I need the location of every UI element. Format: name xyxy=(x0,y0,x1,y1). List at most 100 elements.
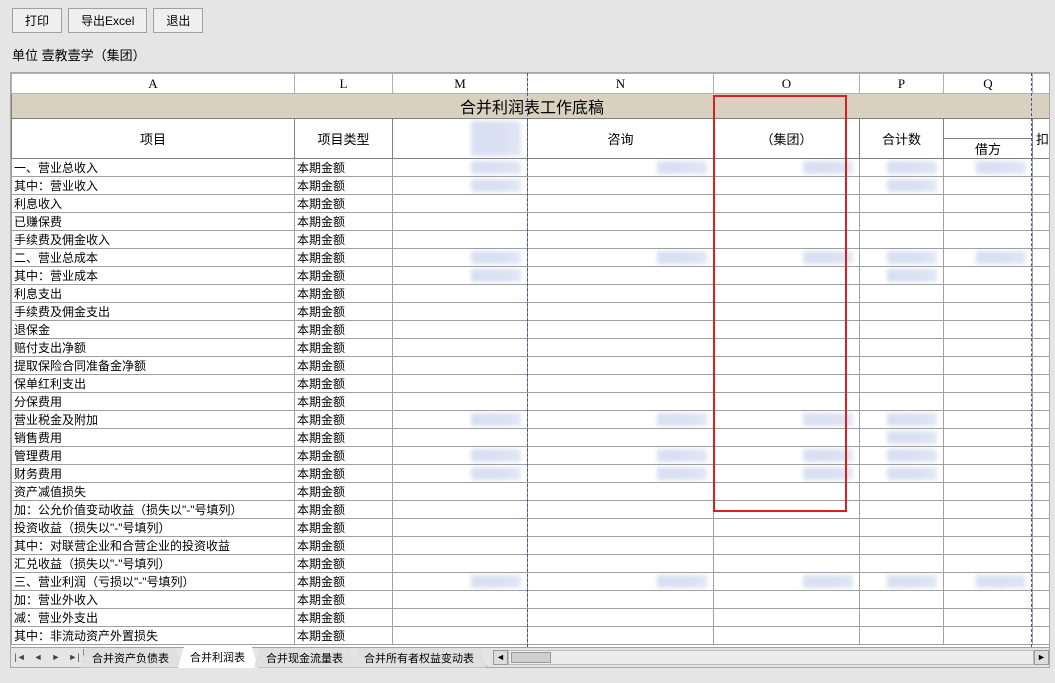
cell-n[interactable] xyxy=(528,393,714,411)
cell-m[interactable] xyxy=(393,285,528,303)
cell-r[interactable] xyxy=(1033,249,1050,267)
cell-a[interactable]: 保单红利支出 xyxy=(12,375,295,393)
scroll-right-arrow[interactable]: ► xyxy=(1034,650,1049,665)
cell-m[interactable] xyxy=(393,267,528,285)
cell-o[interactable] xyxy=(714,627,860,645)
table-row[interactable]: 加：公允价值变动收益（损失以"-"号填列）本期金额 xyxy=(12,501,1050,519)
cell-q[interactable] xyxy=(944,339,1033,357)
cell-l[interactable]: 本期金额 xyxy=(295,375,393,393)
cell-o[interactable] xyxy=(714,177,860,195)
cell-o[interactable] xyxy=(714,213,860,231)
cell-n[interactable] xyxy=(528,573,714,591)
table-row[interactable]: 投资收益（损失以"-"号填列）本期金额 xyxy=(12,519,1050,537)
table-row[interactable]: 加：营业外收入本期金额 xyxy=(12,591,1050,609)
cell-q[interactable] xyxy=(944,357,1033,375)
cell-o[interactable] xyxy=(714,159,860,177)
export-excel-button[interactable]: 导出Excel xyxy=(68,8,147,33)
cell-p[interactable] xyxy=(860,321,944,339)
cell-p[interactable] xyxy=(860,537,944,555)
cell-m[interactable] xyxy=(393,447,528,465)
table-row[interactable]: 三、营业利润（亏损以"-"号填列）本期金额 xyxy=(12,573,1050,591)
cell-r[interactable] xyxy=(1033,483,1050,501)
cell-p[interactable] xyxy=(860,159,944,177)
cell-m[interactable] xyxy=(393,555,528,573)
table-row[interactable]: 二、营业总成本本期金额 xyxy=(12,249,1050,267)
cell-q[interactable] xyxy=(944,321,1033,339)
cell-p[interactable] xyxy=(860,483,944,501)
cell-a[interactable]: 减：营业外支出 xyxy=(12,609,295,627)
cell-p[interactable] xyxy=(860,375,944,393)
cell-l[interactable]: 本期金额 xyxy=(295,285,393,303)
cell-n[interactable] xyxy=(528,609,714,627)
cell-q[interactable] xyxy=(944,609,1033,627)
cell-r[interactable] xyxy=(1033,393,1050,411)
col-header-M[interactable]: M xyxy=(393,74,528,94)
exit-button[interactable]: 退出 xyxy=(153,8,203,33)
cell-l[interactable]: 本期金额 xyxy=(295,447,393,465)
cell-l[interactable]: 本期金额 xyxy=(295,195,393,213)
col-header-P[interactable]: P xyxy=(860,74,944,94)
cell-q[interactable] xyxy=(944,213,1033,231)
table-row[interactable]: 赔付支出净额本期金额 xyxy=(12,339,1050,357)
cell-o[interactable] xyxy=(714,573,860,591)
cell-r[interactable] xyxy=(1033,411,1050,429)
tab-profit-loss[interactable]: 合并利润表 xyxy=(178,647,258,668)
cell-m[interactable] xyxy=(393,429,528,447)
cell-r[interactable] xyxy=(1033,321,1050,339)
cell-a[interactable]: 其中：营业收入 xyxy=(12,177,295,195)
cell-o[interactable] xyxy=(714,591,860,609)
cell-o[interactable] xyxy=(714,429,860,447)
cell-n[interactable] xyxy=(528,213,714,231)
cell-r[interactable] xyxy=(1033,357,1050,375)
cell-p[interactable] xyxy=(860,195,944,213)
cell-m[interactable] xyxy=(393,213,528,231)
col-header-blank[interactable] xyxy=(1033,74,1050,94)
cell-l[interactable]: 本期金额 xyxy=(295,321,393,339)
cell-l[interactable]: 本期金额 xyxy=(295,591,393,609)
cell-a[interactable]: 分保费用 xyxy=(12,393,295,411)
tab-nav-last[interactable]: ►| xyxy=(65,649,83,667)
cell-p[interactable] xyxy=(860,501,944,519)
cell-q[interactable] xyxy=(944,627,1033,645)
cell-a[interactable]: 加：营业外收入 xyxy=(12,591,295,609)
cell-q[interactable] xyxy=(944,465,1033,483)
cell-a[interactable]: 三、营业利润（亏损以"-"号填列） xyxy=(12,573,295,591)
tab-nav-next[interactable]: ► xyxy=(47,649,65,667)
scroll-thumb[interactable] xyxy=(511,652,551,663)
cell-l[interactable]: 本期金额 xyxy=(295,177,393,195)
cell-r[interactable] xyxy=(1033,501,1050,519)
table-row[interactable]: 已赚保费本期金额 xyxy=(12,213,1050,231)
cell-n[interactable] xyxy=(528,465,714,483)
cell-m[interactable] xyxy=(393,519,528,537)
table-row[interactable]: 手续费及佣金收入本期金额 xyxy=(12,231,1050,249)
cell-a[interactable]: 管理费用 xyxy=(12,447,295,465)
print-button[interactable]: 打印 xyxy=(12,8,62,33)
cell-q[interactable] xyxy=(944,231,1033,249)
cell-o[interactable] xyxy=(714,393,860,411)
cell-n[interactable] xyxy=(528,627,714,645)
col-header-L[interactable]: L xyxy=(295,74,393,94)
cell-n[interactable] xyxy=(528,357,714,375)
cell-q[interactable] xyxy=(944,177,1033,195)
cell-n[interactable] xyxy=(528,285,714,303)
table-row[interactable]: 其中：营业成本本期金额 xyxy=(12,267,1050,285)
cell-q[interactable] xyxy=(944,573,1033,591)
cell-m[interactable] xyxy=(393,177,528,195)
cell-p[interactable] xyxy=(860,627,944,645)
cell-p[interactable] xyxy=(860,339,944,357)
col-header-O[interactable]: O xyxy=(714,74,860,94)
cell-q[interactable] xyxy=(944,267,1033,285)
cell-r[interactable] xyxy=(1033,519,1050,537)
cell-l[interactable]: 本期金额 xyxy=(295,213,393,231)
cell-p[interactable] xyxy=(860,213,944,231)
cell-l[interactable]: 本期金额 xyxy=(295,555,393,573)
cell-q[interactable] xyxy=(944,375,1033,393)
cell-l[interactable]: 本期金额 xyxy=(295,267,393,285)
cell-p[interactable] xyxy=(860,267,944,285)
cell-p[interactable] xyxy=(860,573,944,591)
cell-a[interactable]: 一、营业总收入 xyxy=(12,159,295,177)
cell-a[interactable]: 已赚保费 xyxy=(12,213,295,231)
cell-r[interactable] xyxy=(1033,573,1050,591)
cell-l[interactable]: 本期金额 xyxy=(295,231,393,249)
cell-l[interactable]: 本期金额 xyxy=(295,537,393,555)
